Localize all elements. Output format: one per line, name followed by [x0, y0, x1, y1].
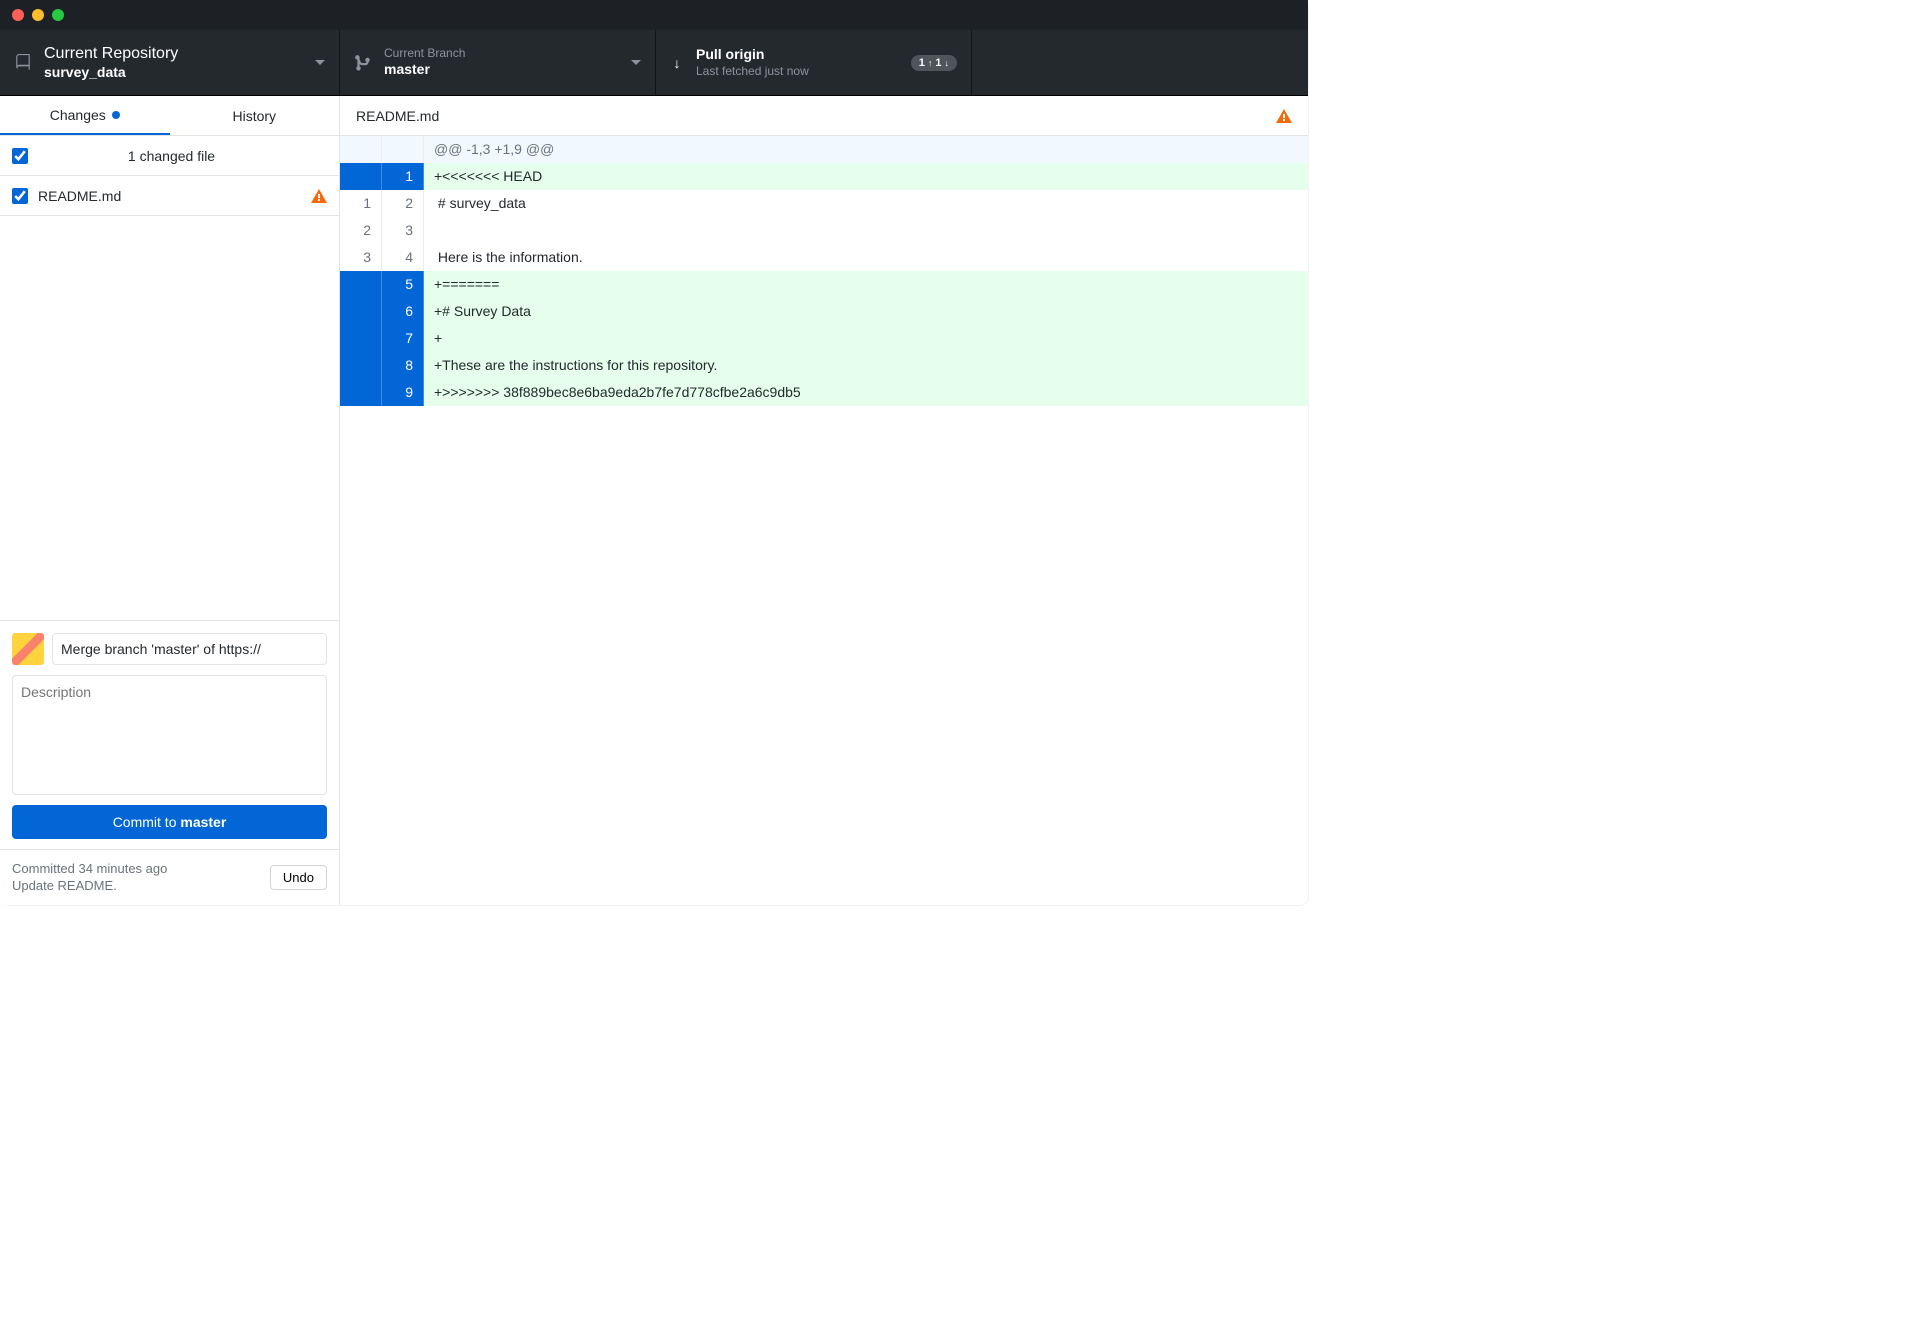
sidebar-tabs: Changes History [0, 96, 339, 136]
conflict-warning-icon [1276, 108, 1292, 124]
branch-label: Current Branch [384, 46, 619, 61]
repo-icon [14, 54, 32, 72]
diff-line: 5+======= [340, 271, 1308, 298]
diff-line: 9+>>>>>>> 38f889bec8e6ba9eda2b7fe7d778cf… [340, 379, 1308, 406]
pull-button[interactable]: ↓ Pull origin Last fetched just now 1↑ 1… [656, 30, 972, 95]
commit-description-input[interactable] [12, 675, 327, 795]
minimize-window-button[interactable] [32, 9, 44, 21]
repo-switcher[interactable]: Current Repository survey_data [0, 30, 340, 95]
undo-button[interactable]: Undo [270, 865, 327, 890]
tab-history[interactable]: History [170, 96, 340, 135]
tab-history-label: History [232, 108, 276, 124]
diff-line: 6+# Survey Data [340, 298, 1308, 325]
diff-hunk-header: @@ -1,3 +1,9 @@ [340, 136, 1308, 163]
diff-line: 23 [340, 217, 1308, 244]
commit-button[interactable]: Commit to master [12, 805, 327, 839]
status-time: Committed 34 minutes ago [12, 860, 167, 878]
pull-label: Pull origin [696, 46, 899, 64]
conflict-warning-icon [311, 188, 327, 204]
pull-sub: Last fetched just now [696, 64, 899, 79]
file-checkbox[interactable] [12, 188, 28, 204]
branch-icon [354, 54, 372, 72]
tab-changes-label: Changes [50, 107, 106, 123]
pull-down-icon: ↓ [670, 55, 684, 71]
close-window-button[interactable] [12, 9, 24, 21]
toolbar: Current Repository survey_data Current B… [0, 30, 1308, 96]
repo-label: Current Repository [44, 44, 303, 64]
branch-switcher[interactable]: Current Branch master [340, 30, 656, 95]
chevron-down-icon [315, 60, 325, 65]
unsaved-dot-icon [112, 111, 120, 119]
diff-line: 1+<<<<<<< HEAD [340, 163, 1308, 190]
diff-line: 12 # survey_data [340, 190, 1308, 217]
chevron-down-icon [631, 60, 641, 65]
diff-filename: README.md [356, 108, 439, 124]
files-header: 1 changed file [0, 136, 339, 176]
branch-name: master [384, 61, 619, 79]
maximize-window-button[interactable] [52, 9, 64, 21]
sidebar: Changes History 1 changed file README.md [0, 96, 340, 905]
avatar [12, 633, 44, 665]
diff-header: README.md [340, 96, 1308, 136]
files-count: 1 changed file [16, 148, 327, 164]
repo-name: survey_data [44, 64, 303, 82]
ahead-behind-badge: 1↑ 1↓ [911, 55, 957, 71]
commit-panel: Commit to master Committed 34 minutes ag… [0, 620, 339, 905]
diff-panel: README.md @@ -1,3 +1,9 @@1+<<<<<<< HEAD1… [340, 96, 1308, 905]
diff-line: 8+These are the instructions for this re… [340, 352, 1308, 379]
last-commit-status: Committed 34 minutes ago Update README. … [0, 849, 339, 905]
file-row[interactable]: README.md [0, 176, 339, 216]
commit-summary-input[interactable] [52, 633, 327, 665]
diff-line: 34 Here is the information. [340, 244, 1308, 271]
status-msg: Update README. [12, 877, 167, 895]
tab-changes[interactable]: Changes [0, 96, 170, 135]
file-name: README.md [38, 188, 311, 204]
window-titlebar [0, 0, 1308, 30]
diff-line: 7+ [340, 325, 1308, 352]
diff-body[interactable]: @@ -1,3 +1,9 @@1+<<<<<<< HEAD12 # survey… [340, 136, 1308, 406]
